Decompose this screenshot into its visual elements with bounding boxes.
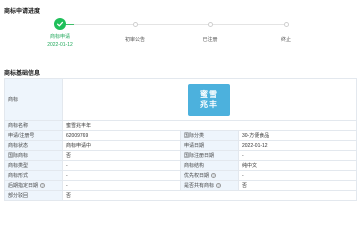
- check-icon: [54, 18, 66, 30]
- help-icon[interactable]: ?: [211, 173, 217, 179]
- field-value: 30-方便食品: [238, 130, 357, 141]
- logo-cell: 蜜雪 兆丰: [62, 78, 357, 121]
- step-preliminary-announcement: 初审公告: [100, 18, 170, 43]
- step-label: 初审公告: [124, 37, 145, 43]
- step-dot-icon: [132, 22, 138, 27]
- field-value: -: [62, 180, 181, 191]
- field-value: 否: [238, 180, 357, 191]
- field-label: 商标形式: [4, 170, 63, 181]
- step-application: 商标申请 2022-01-12: [25, 18, 95, 48]
- field-label-text: 是否共有商标: [184, 183, 215, 189]
- field-label: 国际分类: [180, 130, 239, 141]
- info-section-title: 商标基础信息: [4, 71, 41, 77]
- table-row: 国际商标 否 国际注册日期 -: [4, 150, 357, 161]
- table-row: 后期指定日期? - 是否共有商标? 否: [4, 180, 357, 191]
- step-date: 2022-01-12: [47, 42, 73, 48]
- field-value: -: [238, 150, 357, 161]
- table-row: 商标类型 - 商标结构 纯中文: [4, 160, 357, 171]
- help-icon[interactable]: ?: [216, 183, 222, 189]
- partial-reject-label: 部分驳回: [4, 190, 63, 201]
- step-registered: 已注册: [175, 18, 245, 43]
- table-row: 申请/注册号 62009769 国际分类 30-方便食品: [4, 130, 357, 141]
- help-icon[interactable]: ?: [40, 183, 46, 189]
- logo-text-line: 蜜雪: [200, 89, 218, 99]
- field-value: 62009769: [62, 130, 181, 141]
- trademark-info-table: 商标 蜜雪 兆丰 商标名称 蜜雪兆丰年 申请/注册号 62009769 国际分类…: [4, 78, 357, 201]
- progress-section-title: 商标申请进度: [4, 9, 41, 15]
- field-value: 2022-01-12: [238, 140, 357, 151]
- field-value: -: [62, 160, 181, 171]
- step-label: 终止: [280, 37, 291, 43]
- table-row: 商标形式 - 优先权日期? -: [4, 170, 357, 181]
- field-label: 是否共有商标?: [180, 180, 239, 191]
- table-row: 商标状态 商标申请中 申请日期 2022-01-12: [4, 140, 357, 151]
- trademark-logo: 蜜雪 兆丰: [188, 83, 230, 116]
- field-value: 否: [62, 150, 181, 161]
- trademark-name-label: 商标名称: [4, 120, 63, 131]
- step-dot-icon: [207, 22, 213, 27]
- field-value: 商标申请中: [62, 140, 181, 151]
- table-row: 商标名称 蜜雪兆丰年: [4, 120, 357, 131]
- field-label: 国际注册日期: [180, 150, 239, 161]
- partial-reject-value: 否: [62, 190, 357, 201]
- field-label: 商标类型: [4, 160, 63, 171]
- step-label: 商标申请: [49, 34, 70, 40]
- field-label: 申请日期: [180, 140, 239, 151]
- field-label: 国际商标: [4, 150, 63, 161]
- trademark-name-value: 蜜雪兆丰年: [62, 120, 357, 131]
- field-label: 优先权日期?: [180, 170, 239, 181]
- field-label: 申请/注册号: [4, 130, 63, 141]
- step-label: 已注册: [202, 37, 218, 43]
- table-row: 部分驳回 否: [4, 190, 357, 201]
- field-label: 商标状态: [4, 140, 63, 151]
- step-terminated: 终止: [251, 18, 321, 43]
- field-label-text: 商标形式: [8, 173, 29, 179]
- logo-label: 商标: [4, 78, 63, 121]
- field-value: -: [62, 170, 181, 181]
- step-dot-icon: [283, 22, 289, 27]
- field-label: 后期指定日期?: [4, 180, 63, 191]
- field-label-text: 优先权日期: [184, 173, 210, 179]
- field-value: 纯中文: [238, 160, 357, 171]
- field-label: 商标结构: [180, 160, 239, 171]
- field-value: -: [238, 170, 357, 181]
- progress-steps: 商标申请 2022-01-12 初审公告 已注册 终止: [0, 18, 360, 54]
- field-label-text: 后期指定日期: [8, 183, 39, 189]
- logo-text-line: 兆丰: [200, 99, 218, 109]
- table-row: 商标 蜜雪 兆丰: [4, 78, 357, 121]
